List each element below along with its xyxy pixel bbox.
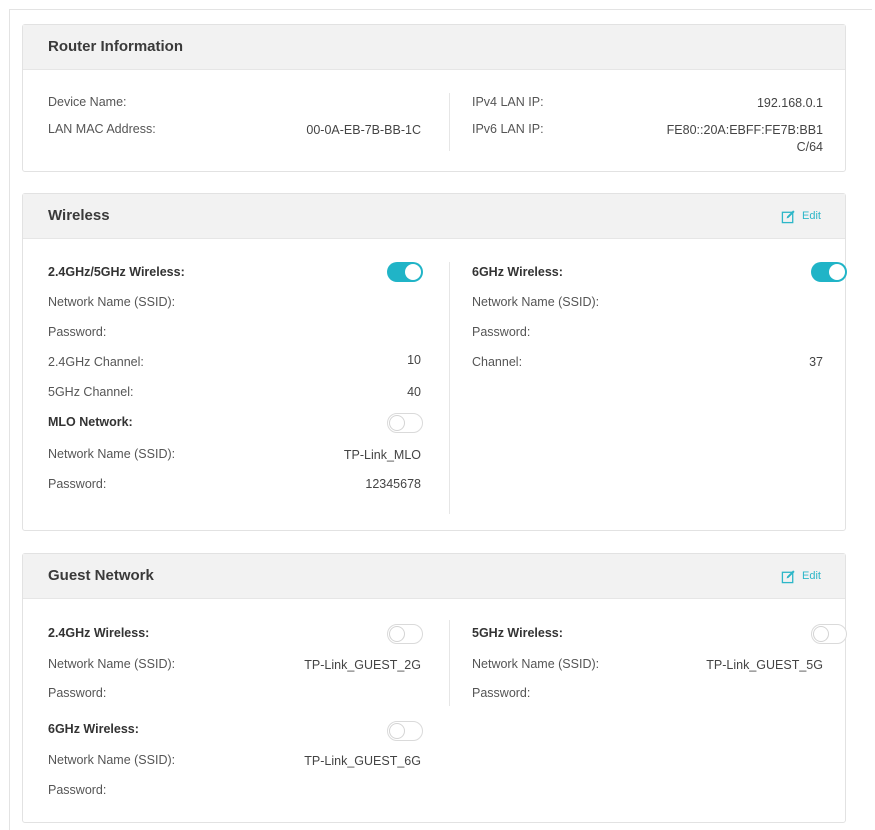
ipv4-label: IPv4 LAN IP: bbox=[472, 95, 544, 109]
channel-6-label: Channel: bbox=[472, 355, 523, 369]
guest-5-password-label: Password: bbox=[472, 686, 531, 700]
ipv4-value: 192.168.0.1 bbox=[756, 96, 823, 110]
channel-5-value: 40 bbox=[407, 385, 421, 399]
band6-toggle[interactable] bbox=[811, 262, 847, 282]
lan-mac-label: LAN MAC Address: bbox=[48, 122, 156, 136]
guest-edit-button[interactable]: Edit bbox=[781, 554, 821, 598]
channel-6-value: 37 bbox=[809, 355, 823, 369]
guest-5-label: 5GHz Wireless: bbox=[472, 626, 563, 640]
router-information-card: Router Information Device Name: LAN MAC … bbox=[22, 24, 846, 172]
guest-network-card: Guest Network Edit 2.4GHz Wireless: Netw… bbox=[22, 553, 847, 823]
band24-5-toggle[interactable] bbox=[387, 262, 423, 282]
password-label-left: Password: bbox=[48, 325, 107, 339]
edit-icon bbox=[781, 209, 795, 223]
wireless-edit-button[interactable]: Edit bbox=[781, 194, 821, 238]
wireless-edit-label: Edit bbox=[802, 210, 821, 222]
column-divider bbox=[449, 93, 450, 151]
guest-6-password-label: Password: bbox=[48, 783, 107, 797]
ipv6-value-line1: FE80::20A:EBFF:FE7B:BB1 bbox=[666, 123, 823, 137]
guest-6-ssid-label: Network Name (SSID): bbox=[48, 753, 176, 767]
guest-24-ssid-label: Network Name (SSID): bbox=[48, 657, 176, 671]
mlo-password-value: 12345678 bbox=[365, 477, 421, 491]
guest-5-ssid-label: Network Name (SSID): bbox=[472, 657, 600, 671]
ipv6-label: IPv6 LAN IP: bbox=[472, 122, 544, 136]
guest-24-ssid-value: TP-Link_GUEST_2G bbox=[304, 658, 421, 672]
wireless-header: Wireless Edit bbox=[23, 194, 845, 239]
device-name-label: Device Name: bbox=[48, 95, 127, 109]
edit-icon bbox=[781, 569, 795, 583]
lan-mac-value: 00-0A-EB-7B-BB-1C bbox=[306, 123, 421, 137]
guest-5-ssid-value: TP-Link_GUEST_5G bbox=[706, 658, 823, 672]
mlo-ssid-label: Network Name (SSID): bbox=[48, 447, 176, 461]
guest-network-header: Guest Network Edit bbox=[23, 554, 845, 599]
guest-24-password-label: Password: bbox=[48, 686, 107, 700]
guest-6-ssid-value: TP-Link_GUEST_6G bbox=[304, 754, 421, 768]
guest-5-toggle[interactable] bbox=[811, 624, 847, 644]
guest-6-toggle[interactable] bbox=[387, 721, 423, 741]
channel-24-label: 2.4GHz Channel: bbox=[48, 355, 144, 369]
router-information-header: Router Information bbox=[23, 25, 845, 70]
router-information-title: Router Information bbox=[48, 38, 183, 55]
ssid-label-right: Network Name (SSID): bbox=[472, 295, 600, 309]
mlo-password-label: Password: bbox=[48, 477, 107, 491]
guest-24-label: 2.4GHz Wireless: bbox=[48, 626, 150, 640]
guest-24-toggle[interactable] bbox=[387, 624, 423, 644]
ssid-label-left: Network Name (SSID): bbox=[48, 295, 176, 309]
guest-6-label: 6GHz Wireless: bbox=[48, 722, 139, 736]
mlo-network-toggle[interactable] bbox=[387, 413, 423, 433]
band6-label: 6GHz Wireless: bbox=[472, 265, 563, 279]
mlo-ssid-value: TP-Link_MLO bbox=[343, 448, 421, 462]
wireless-card: Wireless Edit 2.4GHz/5GHz Wireless: Netw… bbox=[22, 193, 847, 531]
band24-5-label: 2.4GHz/5GHz Wireless: bbox=[48, 265, 185, 279]
column-divider bbox=[449, 262, 450, 514]
ipv6-value-line2: C/64 bbox=[796, 140, 823, 154]
channel-24-value: 10 bbox=[407, 353, 421, 367]
password-label-right: Password: bbox=[472, 325, 531, 339]
mlo-network-label: MLO Network: bbox=[48, 415, 133, 429]
channel-5-label: 5GHz Channel: bbox=[48, 385, 134, 399]
guest-network-title: Guest Network bbox=[48, 567, 154, 584]
guest-edit-label: Edit bbox=[802, 570, 821, 582]
wireless-title: Wireless bbox=[48, 207, 110, 224]
column-divider bbox=[449, 620, 450, 706]
